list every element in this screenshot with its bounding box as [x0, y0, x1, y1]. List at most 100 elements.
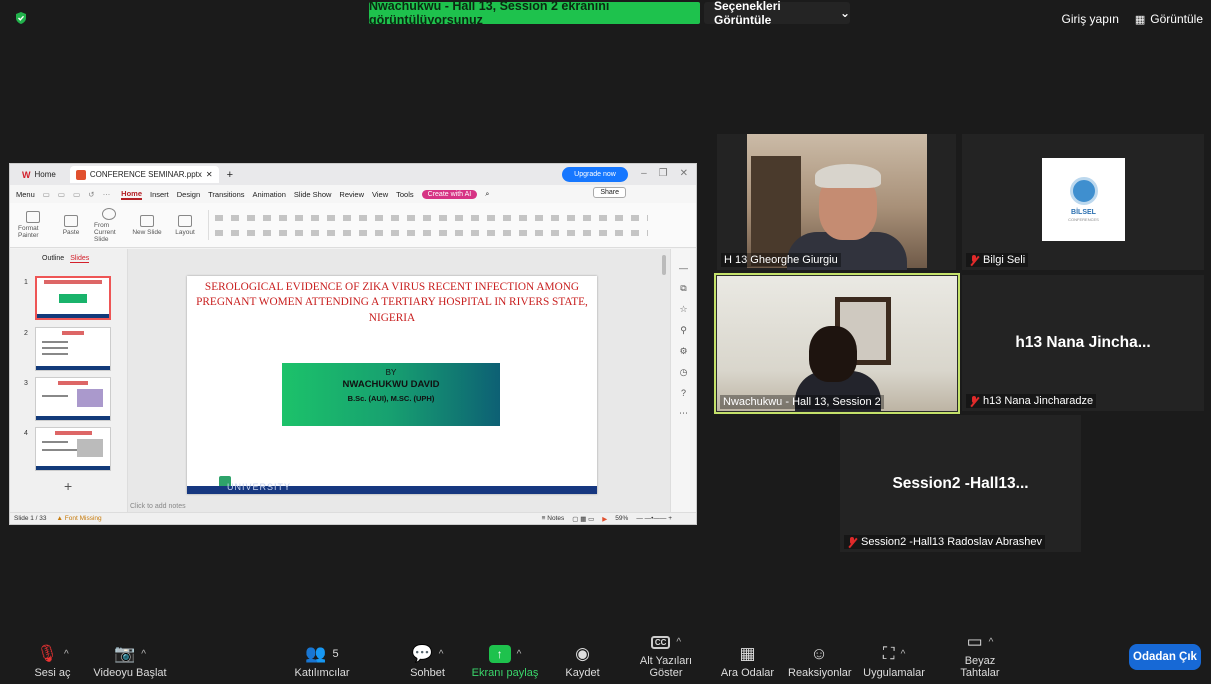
history-icon[interactable]: ◷: [680, 367, 688, 378]
slide-thumbnail[interactable]: [35, 427, 111, 471]
chevron-up-icon[interactable]: ^: [439, 649, 444, 660]
create-with-ai-button[interactable]: Create with AI: [421, 189, 478, 199]
menu-item-view[interactable]: View: [372, 190, 388, 199]
view-options-button[interactable]: Seçenekleri Görüntüle ⌄: [704, 0, 850, 27]
paste-button[interactable]: Paste: [56, 214, 86, 236]
participant-tile-gheorghe[interactable]: H 13 Gheorghe Giurgiu: [717, 134, 956, 270]
chevron-up-icon[interactable]: ^: [676, 637, 681, 648]
unmute-button[interactable]: 🎙 ^ Sesi aç: [30, 641, 75, 679]
record-button[interactable]: ◉ Kaydet: [560, 641, 605, 679]
chat-button[interactable]: 💬 ^ Sohbet: [400, 641, 455, 679]
menu-item-review[interactable]: Review: [339, 190, 364, 199]
thumb-footer: [37, 314, 109, 318]
layout-button[interactable]: Layout: [170, 214, 200, 236]
minimize-icon[interactable]: –: [641, 168, 647, 179]
menu-item-slide-show[interactable]: Slide Show: [294, 190, 332, 199]
slide-author: NWACHUKWU DAVID: [342, 379, 440, 390]
format-painter-button[interactable]: Format Painter: [18, 211, 48, 239]
chat-label: Sohbet: [410, 667, 445, 679]
captions-button[interactable]: CC ^ Alt Yazıları Göster: [622, 629, 710, 679]
participant-name: Nwachukwu - Hall 13, Session 2: [720, 395, 884, 409]
star-icon[interactable]: ☆: [679, 304, 687, 315]
add-slide-icon[interactable]: +: [64, 478, 72, 494]
font-missing-indicator[interactable]: ▲ Font Missing: [57, 515, 102, 522]
conference-logo-icon: [1069, 177, 1098, 205]
chevron-up-icon[interactable]: ^: [989, 637, 994, 648]
unmute-label: Sesi aç: [34, 667, 71, 679]
close-window-icon[interactable]: ✕: [680, 168, 688, 179]
upgrade-button[interactable]: Upgrade now: [562, 167, 628, 182]
play-slideshow-icon[interactable]: ▶: [602, 515, 607, 523]
copy-icon[interactable]: ⧉: [680, 283, 686, 294]
chevron-up-icon[interactable]: ^: [141, 649, 146, 660]
current-slide[interactable]: SEROLOGICAL EVIDENCE OF ZIKA VIRUS RECEN…: [187, 276, 597, 494]
reactions-button[interactable]: ☺ Reaksiyonlar: [788, 641, 852, 679]
zoom-slider[interactable]: — —•—— +: [636, 515, 672, 523]
participant-tile-bilgi[interactable]: BİLSEL CONFERENCES Bilgi Seli: [962, 134, 1204, 270]
reactions-label: Reaksiyonlar: [788, 667, 852, 679]
tab-home[interactable]: W Home: [16, 166, 62, 183]
apps-button[interactable]: ⛶ ^ Uygulamalar: [860, 641, 928, 679]
menu-item-animation[interactable]: Animation: [253, 190, 286, 199]
slide-thumbnail[interactable]: [35, 377, 111, 421]
share-screen-button[interactable]: ↑ ^ Ekranı paylaş: [470, 641, 540, 679]
share-doc-button[interactable]: Share: [593, 187, 626, 198]
whiteboard-button[interactable]: ▭ ^ Beyaz Tahtalar: [950, 629, 1010, 679]
chevron-up-icon[interactable]: ^: [64, 649, 69, 660]
camera-off-icon: 📷: [114, 644, 136, 663]
leave-meeting-button[interactable]: Odadan Çık: [1129, 644, 1201, 670]
thumb-footer: [36, 466, 110, 470]
notes-toggle[interactable]: ≡ Notes: [542, 515, 565, 523]
help-icon[interactable]: ?: [681, 388, 686, 398]
settings-icon[interactable]: ⚙: [679, 346, 687, 357]
search-icon[interactable]: ⌕: [485, 189, 489, 199]
slide-thumbnail[interactable]: [35, 276, 111, 320]
captions-icon: CC: [650, 635, 671, 649]
thumb-number: 4: [24, 430, 28, 437]
menu-item-menu[interactable]: Menu: [16, 190, 35, 199]
close-icon[interactable]: ✕: [206, 170, 213, 179]
menu-item-tools[interactable]: Tools: [396, 190, 414, 199]
whiteboard-icon: ▭: [966, 632, 983, 651]
vertical-scrollbar[interactable]: [662, 255, 666, 275]
minimize-panel-icon[interactable]: —: [679, 263, 688, 273]
slide-thumbnail[interactable]: [35, 327, 111, 371]
restore-icon[interactable]: ❐: [659, 168, 668, 179]
wps-logo-icon: W: [22, 169, 31, 180]
participants-button[interactable]: 👥 5 Katılımcılar: [292, 641, 352, 679]
chevron-up-icon[interactable]: ^: [517, 649, 522, 660]
tab-slides[interactable]: Slides: [70, 255, 90, 263]
person-hair: [815, 164, 881, 188]
tab-presentation-file[interactable]: CONFERENCE SEMINAR.pptx ✕: [69, 166, 219, 183]
notes-placeholder[interactable]: Click to add notes: [130, 503, 186, 510]
menu-item-home[interactable]: Home: [121, 189, 142, 200]
participant-tile-nana[interactable]: h13 Nana Jincha... h13 Nana Jincharadze: [962, 275, 1204, 411]
thumb-footer: [36, 366, 110, 370]
zoom-level[interactable]: 59%: [615, 515, 628, 523]
tab-outline[interactable]: Outline: [42, 255, 64, 263]
magic-icon[interactable]: ⚲: [680, 325, 687, 336]
breakout-rooms-button[interactable]: ▦ Ara Odalar: [720, 641, 775, 679]
view-button[interactable]: ▦ Görüntüle: [1135, 12, 1203, 26]
new-tab-icon[interactable]: +: [227, 169, 233, 181]
menu-item-transitions[interactable]: Transitions: [208, 190, 244, 199]
menu-item-design[interactable]: Design: [177, 190, 200, 199]
more-icon[interactable]: ⋯: [679, 408, 688, 419]
participant-tile-nwachukwu[interactable]: Nwachukwu - Hall 13, Session 2: [714, 273, 960, 414]
font-formatting-group[interactable]: [208, 210, 696, 240]
participants-count: 5: [332, 648, 339, 660]
shield-icon[interactable]: [14, 11, 28, 25]
menu-item-insert[interactable]: Insert: [150, 190, 169, 199]
sign-in-button[interactable]: Giriş yapın: [1062, 12, 1119, 26]
chevron-up-icon[interactable]: ^: [901, 649, 906, 660]
new-slide-button[interactable]: New Slide: [132, 214, 162, 236]
start-video-button[interactable]: 📷 ^ Videoyu Başlat: [90, 641, 170, 679]
slide-canvas[interactable]: SEROLOGICAL EVIDENCE OF ZIKA VIRUS RECEN…: [128, 249, 670, 512]
share-screen-label: Ekranı paylaş: [471, 667, 539, 679]
slide-degree: B.Sc. (AUI), M.SC. (UPH): [347, 394, 435, 403]
view-mode-icon[interactable]: ▢ ▦ ▭: [572, 515, 594, 523]
participant-tile-radoslav[interactable]: Session2 -Hall13... Session2 -Hall13 Rad…: [840, 415, 1081, 552]
panel-tabs: Outline Slides: [10, 249, 127, 263]
slide-icon: [140, 214, 154, 227]
from-current-slide-button[interactable]: From Current Slide: [94, 207, 124, 243]
